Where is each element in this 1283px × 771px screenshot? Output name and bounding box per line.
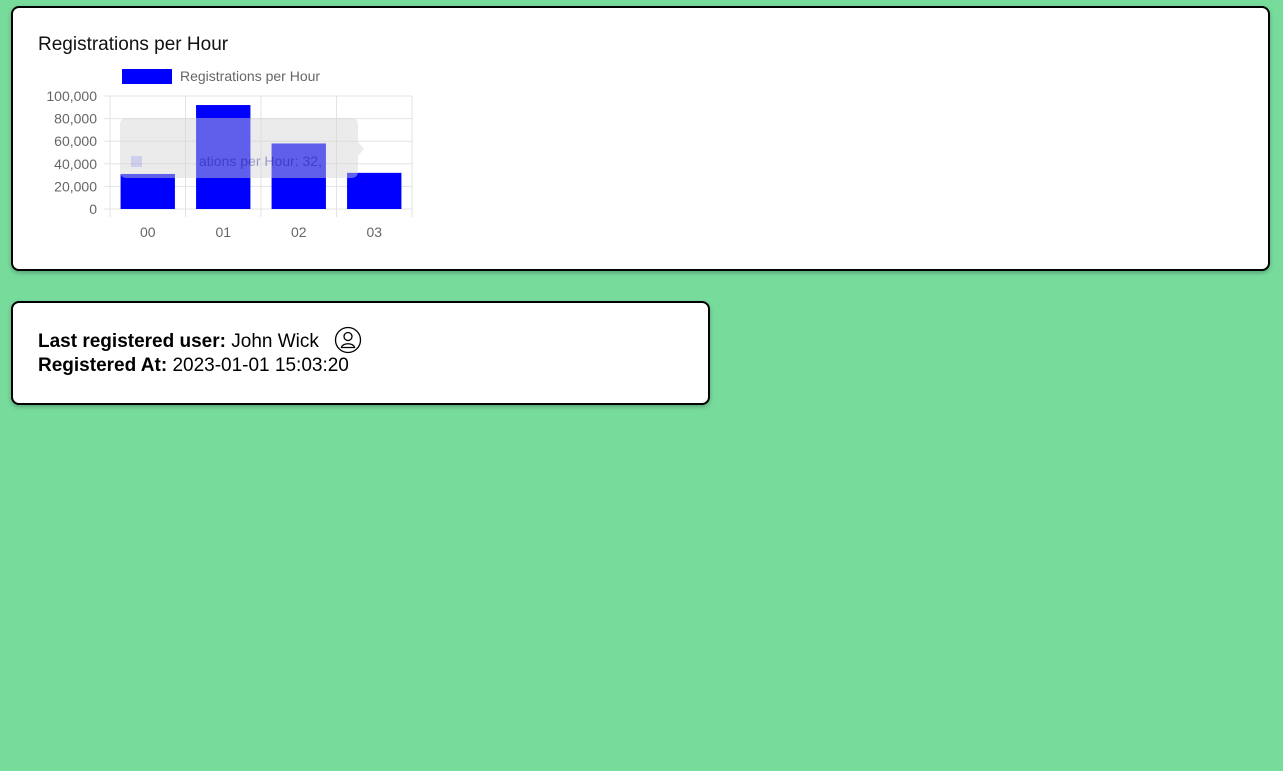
y-tick-label: 100,000 — [46, 88, 97, 104]
x-tick-label: 01 — [215, 224, 231, 240]
y-tick-label: 80,000 — [54, 111, 97, 127]
y-tick-label: 20,000 — [54, 178, 97, 194]
registrations-bar-chart: 100,00080,00060,00040,00020,000000 01 02 03… — [46, 68, 413, 240]
last-user-card: Last registered user: John Wick Register… — [11, 301, 710, 405]
bar-00 — [120, 173, 175, 209]
legend-label: Registrations per Hour — [180, 68, 320, 84]
y-tick-label: 60,000 — [54, 133, 97, 149]
last-user-name: John Wick — [231, 331, 319, 353]
last-user-label: Last registered user: — [38, 331, 226, 353]
registered-at-line: Registered At: 2023-01-01 15:03:20 — [38, 355, 349, 377]
x-tick-label: 00 — [140, 224, 156, 240]
legend-swatch — [122, 69, 172, 84]
registered-at-value: 2023-01-01 15:03:20 — [172, 355, 349, 376]
tooltip-box — [120, 118, 364, 178]
user-circle-icon — [335, 326, 362, 354]
tooltip-text: ations per Hour: 32, — [199, 153, 322, 169]
tooltip-swatch — [131, 156, 142, 167]
y-tick-label: 40,000 — [54, 156, 97, 172]
bar-03 — [347, 172, 402, 209]
last-user-line: Last registered user: John Wick — [38, 326, 362, 354]
x-tick-label: 02 — [291, 224, 307, 240]
x-tick-label: 03 — [366, 224, 382, 240]
y-tick-label: 0 — [89, 201, 97, 217]
chart-card: Registrations per Hour 100,000 80,000 60,0… — [11, 6, 1270, 271]
registered-at-label: Registered At: — [38, 355, 168, 376]
